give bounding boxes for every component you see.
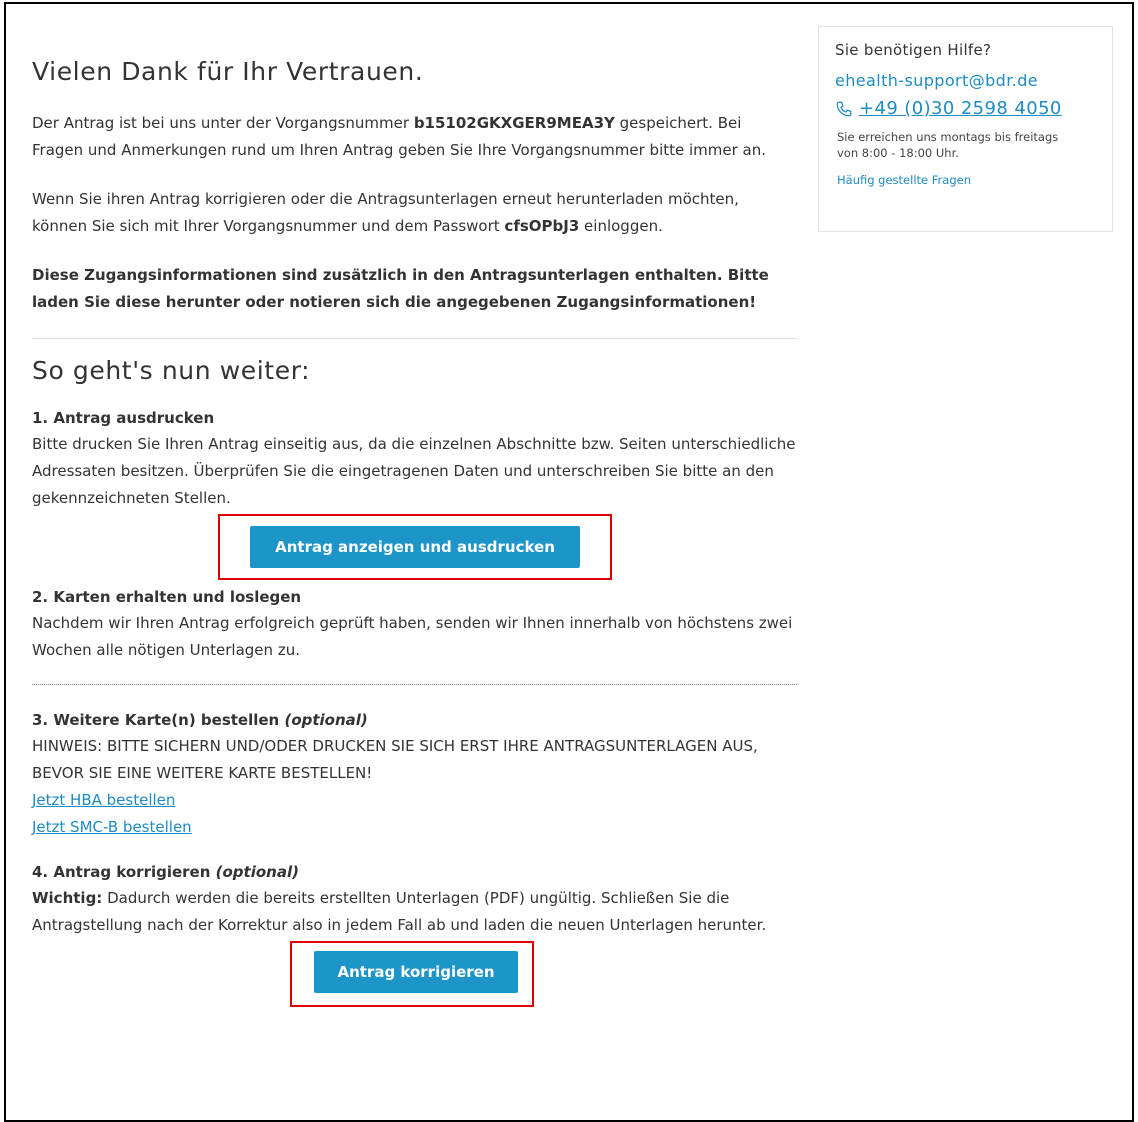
help-box: Sie benötigen Hilfe? ehealth-support@bdr… xyxy=(818,26,1113,232)
step-4-button-area: Antrag korrigieren xyxy=(32,939,797,1011)
step-1-title: 1. Antrag ausdrucken xyxy=(32,409,215,427)
case-number-paragraph: Der Antrag ist bei uns unter der Vorgang… xyxy=(32,114,767,159)
step-1: 1. Antrag ausdrucken Bitte drucken Sie I… xyxy=(32,405,797,584)
dotted-divider xyxy=(32,684,797,685)
order-hba-link[interactable]: Jetzt HBA bestellen xyxy=(32,787,797,814)
step-4: 4. Antrag korrigieren (optional) Wichtig… xyxy=(32,859,797,1011)
step-4-title: 4. Antrag korrigieren (optional) xyxy=(32,863,299,881)
step-2: 2. Karten erhalten und loslegen Nachdem … xyxy=(32,584,797,664)
step-1-button-area: Antrag anzeigen und ausdrucken xyxy=(32,512,797,584)
correct-application-button[interactable]: Antrag korrigieren xyxy=(314,951,518,993)
phone-icon xyxy=(836,101,852,116)
order-smcb-link[interactable]: Jetzt SMC-B bestellen xyxy=(32,814,797,841)
step-3-title: 3. Weitere Karte(n) bestellen (optional) xyxy=(32,711,368,729)
step-2-text: Nachdem wir Ihren Antrag erfolgreich gep… xyxy=(32,614,793,659)
step-2-title: 2. Karten erhalten und loslegen xyxy=(32,588,302,606)
section-divider xyxy=(32,338,797,339)
step-1-text: Bitte drucken Sie Ihren Antrag einseitig… xyxy=(32,435,796,507)
step-3-hint: HINWEIS: BITTE SICHERN UND/ODER DRUCKEN … xyxy=(32,737,758,782)
step-3: 3. Weitere Karte(n) bestellen (optional)… xyxy=(32,707,797,841)
access-info-notice: Diese Zugangsinformationen sind zusätzli… xyxy=(32,266,769,311)
support-phone-link[interactable]: +49 (0)30 2598 4050 xyxy=(835,98,1096,119)
step-4-text: Wichtig: Dadurch werden die bereits erst… xyxy=(32,889,767,934)
support-hours: Sie erreichen uns montags bis freitags v… xyxy=(837,130,1059,160)
main-content: Vielen Dank für Ihr Vertrauen. Der Antra… xyxy=(32,52,797,1011)
password-value: cfsOPbJ3 xyxy=(504,217,580,235)
password-paragraph: Wenn Sie ihren Antrag korrigieren oder d… xyxy=(32,190,739,235)
print-application-button[interactable]: Antrag anzeigen und ausdrucken xyxy=(250,526,580,568)
case-number: b15102GKXGER9MEA3Y xyxy=(413,114,615,132)
next-steps-title: So geht's nun weiter: xyxy=(32,356,311,385)
help-title: Sie benötigen Hilfe? xyxy=(835,41,992,59)
faq-link[interactable]: Häufig gestellte Fragen xyxy=(837,173,1096,187)
support-email-link[interactable]: ehealth-support@bdr.de xyxy=(835,71,1096,90)
thanks-title: Vielen Dank für Ihr Vertrauen. xyxy=(32,57,424,86)
